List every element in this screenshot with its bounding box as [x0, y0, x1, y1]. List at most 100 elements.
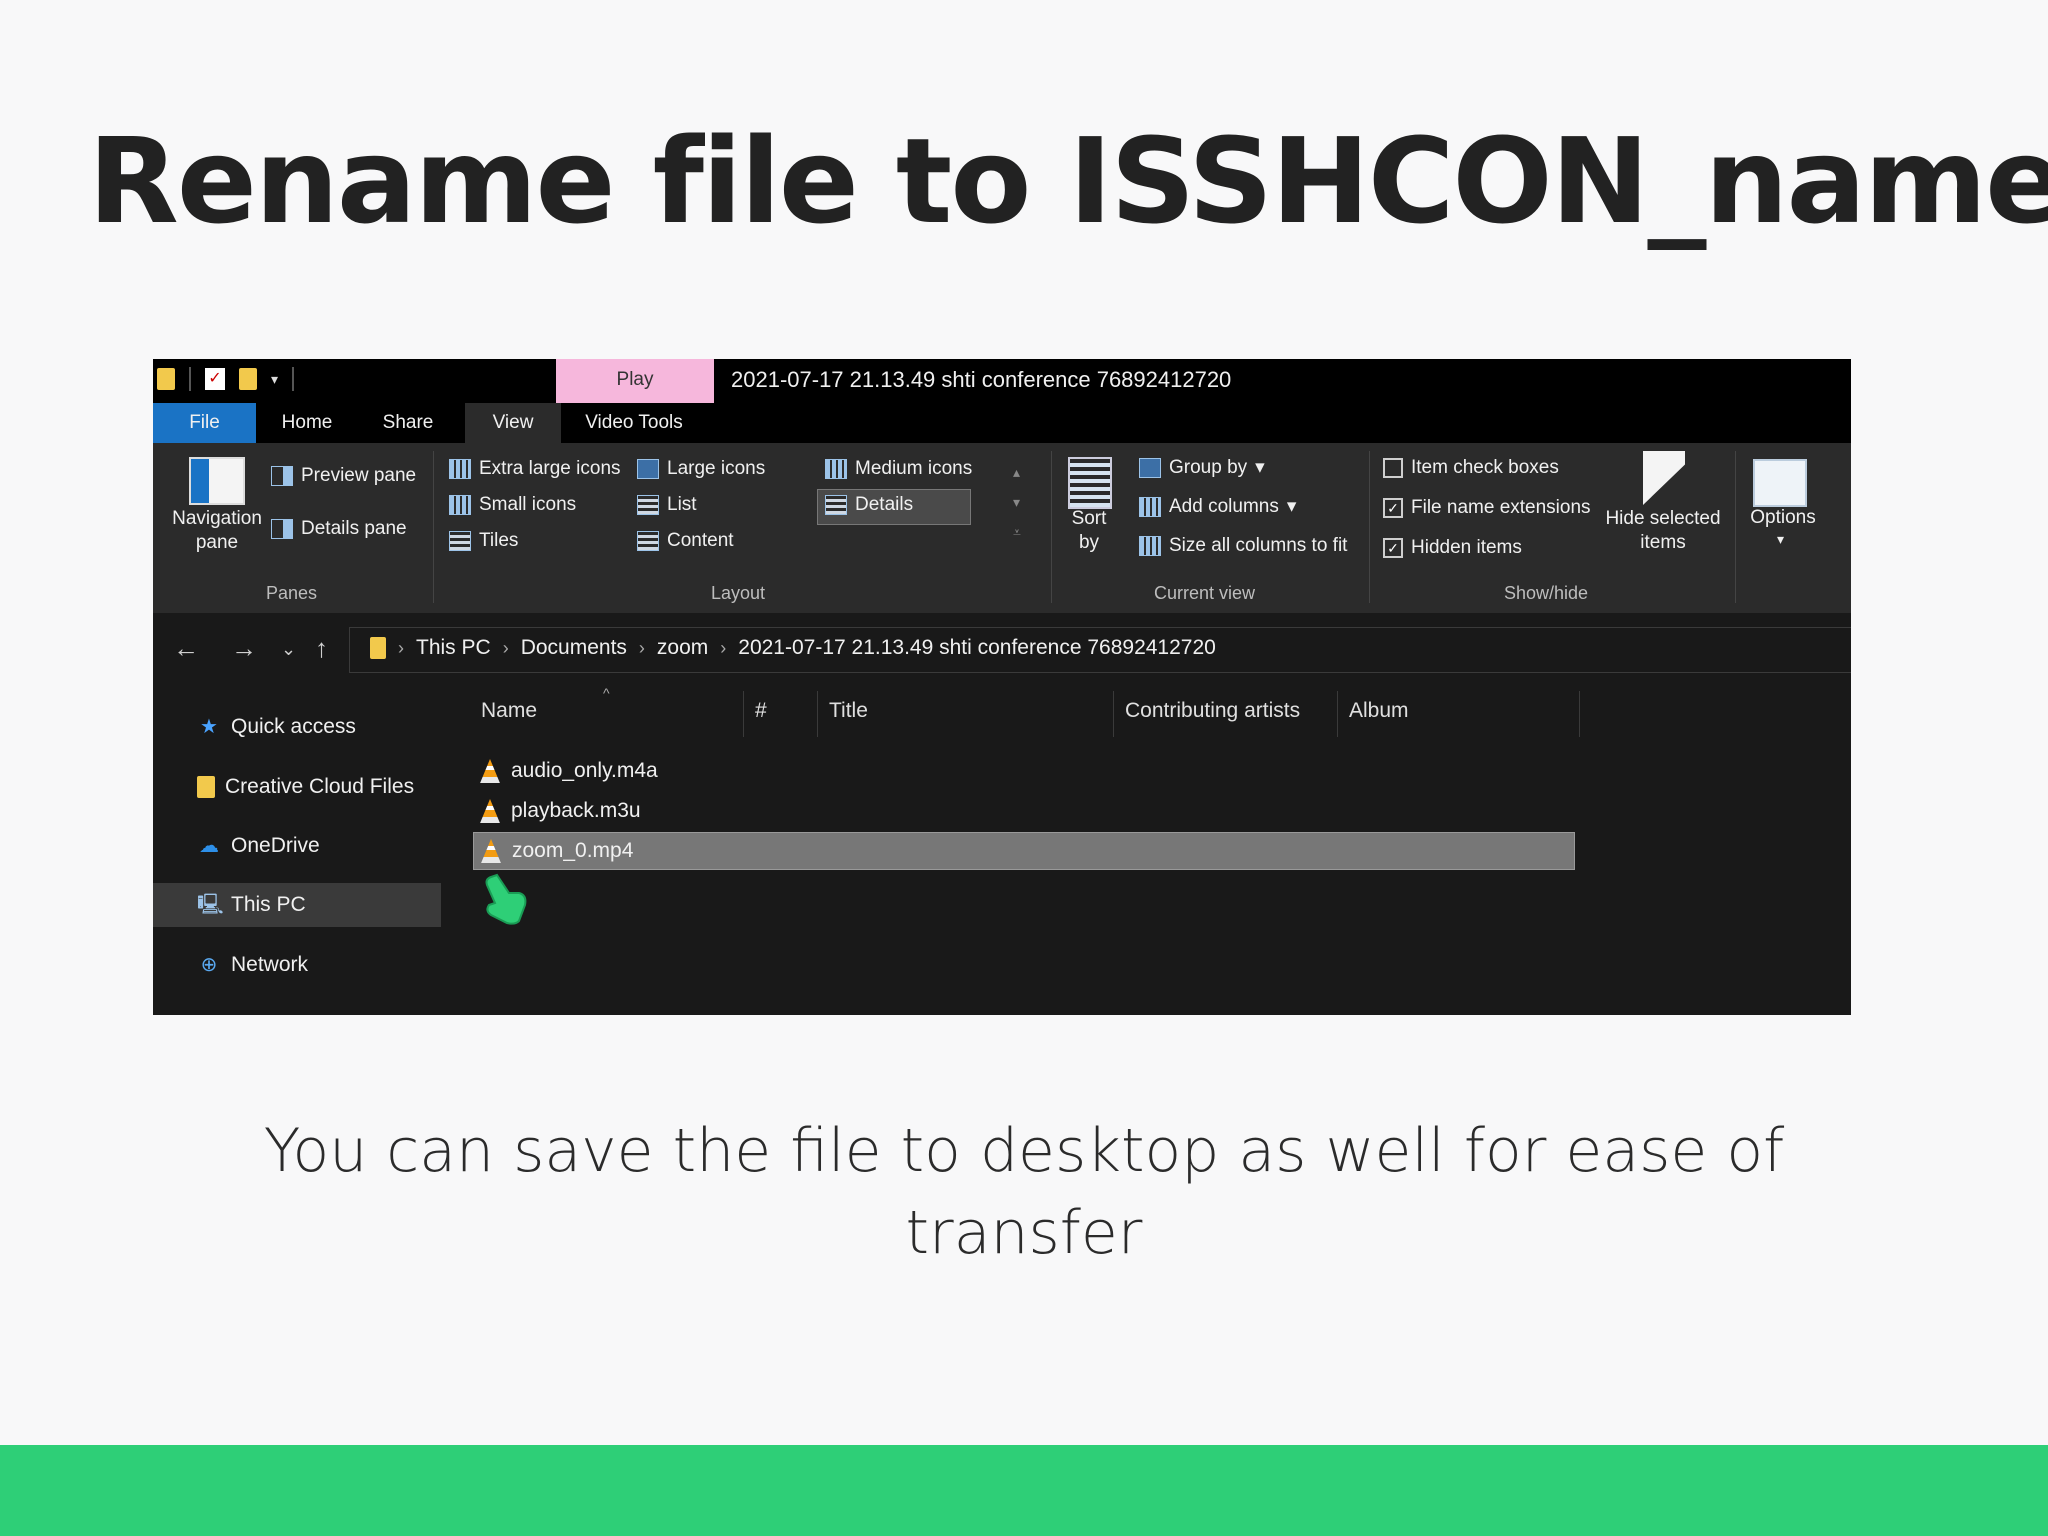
folder-icon[interactable] — [157, 368, 175, 390]
layout-scroll-arrows[interactable]: ▴ ▾ ⩡ — [1013, 457, 1021, 547]
play-context-tab[interactable]: Play — [556, 359, 714, 403]
file-name-extensions-toggle[interactable]: ✓ File name extensions — [1383, 497, 1591, 519]
small-icons-icon — [449, 495, 471, 515]
file-name: audio_only.m4a — [511, 759, 658, 782]
crumb-zoom[interactable]: zoom — [657, 636, 708, 660]
nav-network[interactable]: ⊕ Network — [153, 943, 441, 987]
file-name-extensions-label: File name extensions — [1411, 497, 1591, 518]
small-icons-option[interactable]: Small icons — [449, 494, 576, 516]
slide-title: Rename file to ISSHCON_name — [88, 112, 2048, 250]
column-header-name[interactable]: Name — [481, 699, 537, 723]
column-separator[interactable] — [743, 691, 744, 737]
extra-large-icons-option[interactable]: Extra large icons — [449, 458, 621, 480]
chevron-down-icon[interactable]: ▾ — [1777, 531, 1784, 548]
hidden-items-label: Hidden items — [1411, 537, 1522, 558]
nav-quick-access[interactable]: ★ Quick access — [153, 705, 441, 749]
column-separator[interactable] — [817, 691, 818, 737]
tiles-label: Tiles — [479, 530, 519, 551]
back-arrow-icon[interactable]: ← — [173, 633, 199, 664]
group-by-icon — [1139, 457, 1161, 478]
column-header-contributing-artists[interactable]: Contributing artists — [1125, 699, 1300, 723]
tab-file[interactable]: File — [153, 403, 256, 443]
sort-by-icon[interactable] — [1068, 457, 1112, 509]
options-button[interactable]: Options — [1745, 507, 1821, 529]
title-bar: ✓ ▾ Play 2021-07-17 21.13.49 shti confer… — [153, 359, 1851, 403]
layout-group-label: Layout — [711, 583, 766, 603]
chevron-right-icon: › — [720, 637, 727, 658]
current-view-group-label: Current view — [1154, 583, 1256, 603]
show-hide-group-label: Show/hide — [1504, 583, 1589, 603]
customize-dropdown-icon[interactable]: ▾ — [271, 371, 278, 388]
list-icon — [637, 495, 659, 515]
properties-icon[interactable]: ✓ — [205, 368, 225, 390]
column-header-title[interactable]: Title — [829, 699, 868, 723]
column-separator[interactable] — [1579, 691, 1580, 737]
file-name: zoom_0.mp4 — [512, 839, 634, 862]
details-pane-button[interactable]: Details pane — [271, 518, 407, 540]
content-option[interactable]: Content — [637, 530, 734, 552]
new-folder-icon[interactable] — [239, 368, 257, 390]
sort-by-button[interactable]: Sort by — [1063, 507, 1115, 555]
cloud-icon: ☁ — [199, 835, 219, 857]
crumb-this-pc[interactable]: This PC — [416, 636, 491, 660]
add-columns-label: Add columns — [1169, 495, 1279, 517]
file-row-selected[interactable]: zoom_0.mp4 — [473, 832, 1575, 870]
hide-selected-items-icon[interactable] — [1643, 451, 1685, 505]
nav-onedrive[interactable]: ☁ OneDrive — [153, 824, 441, 868]
nav-creative-cloud-files[interactable]: Creative Cloud Files — [153, 765, 441, 809]
column-separator[interactable] — [1337, 691, 1338, 737]
file-name: playback.m3u — [511, 799, 641, 822]
file-row[interactable]: playback.m3u — [473, 792, 1575, 830]
tiles-icon — [449, 531, 471, 551]
file-row[interactable]: audio_only.m4a — [473, 752, 1575, 790]
slide-caption: You can save the file to desktop as well… — [263, 1116, 1785, 1268]
tab-home[interactable]: Home — [256, 403, 358, 443]
options-icon[interactable] — [1753, 459, 1807, 507]
tiles-option[interactable]: Tiles — [449, 530, 518, 552]
group-by-button[interactable]: Group by ▾ — [1139, 456, 1265, 479]
chevron-down-icon: ▾ — [1255, 457, 1265, 478]
hide-selected-items-button[interactable]: Hide selected items — [1601, 507, 1725, 555]
up-arrow-icon[interactable]: ↑ — [315, 633, 328, 664]
nav-this-pc[interactable]: 🖳 This PC — [153, 883, 441, 927]
recent-locations-chevron-icon[interactable]: ⌄ — [281, 639, 296, 660]
tab-view[interactable]: View — [465, 403, 561, 443]
vlc-file-icon — [480, 759, 500, 783]
folder-icon — [370, 637, 386, 659]
ribbon: Navigation pane Preview pane Details pan… — [153, 443, 1851, 613]
preview-pane-button[interactable]: Preview pane — [271, 465, 416, 487]
column-header-number[interactable]: # — [755, 699, 767, 723]
checkbox-unchecked-icon — [1383, 458, 1403, 478]
medium-icons-option[interactable]: Medium icons — [825, 458, 972, 480]
preview-pane-icon — [271, 466, 293, 486]
navigation-pane-icon[interactable] — [189, 457, 245, 505]
separator — [1369, 451, 1370, 603]
pointing-hand-icon — [485, 873, 527, 925]
vlc-file-icon — [480, 799, 500, 823]
large-icons-label: Large icons — [667, 458, 766, 479]
quick-access-toolbar: ✓ ▾ — [157, 367, 295, 391]
navigation-pane-button[interactable]: Navigation pane — [165, 507, 269, 555]
group-by-label: Group by — [1169, 456, 1248, 478]
crumb-current-folder[interactable]: 2021-07-17 21.13.49 shti conference 7689… — [738, 636, 1216, 660]
column-separator[interactable] — [1113, 691, 1114, 737]
separator — [1051, 451, 1052, 603]
item-check-boxes-toggle[interactable]: Item check boxes — [1383, 457, 1559, 479]
details-label: Details — [855, 494, 914, 515]
hidden-items-toggle[interactable]: ✓ Hidden items — [1383, 537, 1522, 559]
separator — [189, 367, 191, 391]
forward-arrow-icon[interactable]: → — [231, 633, 257, 664]
large-icons-icon — [637, 459, 659, 479]
crumb-documents[interactable]: Documents — [521, 636, 627, 660]
column-header-album[interactable]: Album — [1349, 699, 1409, 723]
large-icons-option[interactable]: Large icons — [637, 458, 765, 480]
address-bar[interactable]: › This PC › Documents › zoom › 2021-07-1… — [349, 627, 1851, 673]
tab-video-tools[interactable]: Video Tools — [561, 403, 707, 443]
add-columns-button[interactable]: Add columns ▾ — [1139, 495, 1296, 518]
size-all-columns-button[interactable]: Size all columns to fit — [1139, 535, 1347, 557]
add-columns-icon — [1139, 496, 1161, 517]
separator — [1735, 451, 1736, 603]
details-option[interactable]: Details — [825, 494, 913, 516]
tab-share[interactable]: Share — [358, 403, 458, 443]
list-option[interactable]: List — [637, 494, 697, 516]
